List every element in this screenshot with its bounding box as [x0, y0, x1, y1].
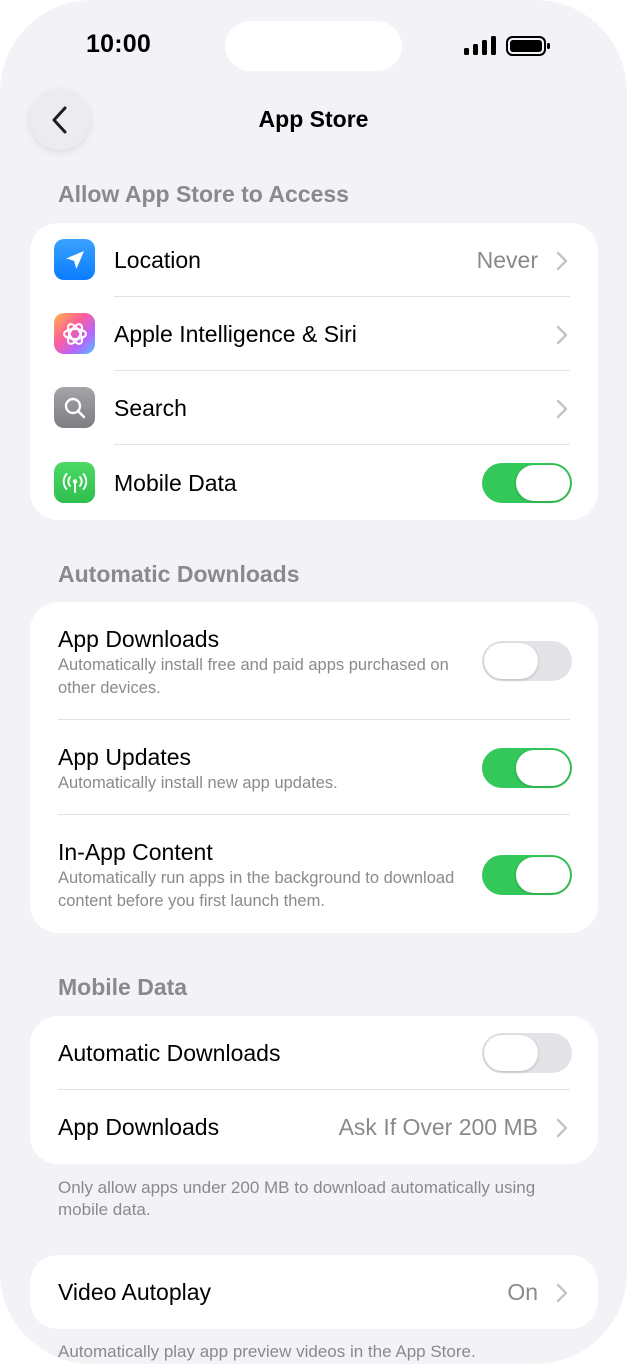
row-mobile-data: Mobile Data [30, 445, 598, 520]
antenna-icon [54, 462, 95, 503]
row-title: App Downloads [58, 626, 220, 652]
chevron-right-icon [556, 399, 568, 419]
mobile-data-toggle[interactable] [482, 463, 572, 503]
in-app-content-toggle[interactable] [482, 855, 572, 895]
toggle-knob [484, 643, 538, 679]
toggle-knob [516, 465, 570, 501]
dynamic-island [225, 21, 402, 71]
row-in-app-content: In-App Content Automatically run apps in… [30, 815, 598, 933]
video-footer: Automatically play app preview videos in… [58, 1342, 476, 1361]
row-app-downloads: App Downloads Automatically install free… [30, 602, 598, 720]
row-label: Apple Intelligence & Siri [114, 321, 357, 347]
toggle-knob [516, 857, 570, 893]
chevron-right-icon [556, 1118, 568, 1138]
battery-icon [506, 36, 550, 56]
row-title: In-App Content [58, 839, 213, 865]
toggle-knob [516, 750, 570, 786]
row-label: Mobile Data [114, 470, 237, 496]
row-location[interactable]: Location Never [30, 223, 598, 297]
chevron-right-icon [556, 1283, 568, 1303]
row-title: App Updates [58, 744, 191, 770]
app-updates-toggle[interactable] [482, 748, 572, 788]
app-downloads-toggle[interactable] [482, 641, 572, 681]
page-title: App Store [258, 106, 369, 132]
row-value: On [507, 1279, 538, 1305]
row-search[interactable]: Search [30, 371, 598, 445]
section-header-access: Allow App Store to Access [58, 181, 349, 207]
row-automatic-downloads: Automatic Downloads [30, 1016, 598, 1090]
location-arrow-icon [54, 239, 95, 280]
toggle-knob [484, 1035, 538, 1071]
row-apple-intelligence[interactable]: Apple Intelligence & Siri [30, 297, 598, 371]
row-label: App Downloads [58, 1114, 220, 1140]
row-app-downloads-size[interactable]: App Downloads Ask If Over 200 MB [30, 1090, 598, 1164]
row-label: Video Autoplay [58, 1279, 212, 1305]
row-description: Automatically install free and paid apps… [58, 656, 449, 697]
chevron-right-icon [556, 325, 568, 345]
status-time: 10:00 [86, 30, 151, 58]
automatic-downloads-toggle[interactable] [482, 1033, 572, 1073]
access-group: Location Never Apple Intelligence & Siri [30, 223, 598, 520]
row-label: Location [114, 247, 201, 273]
row-label: Automatic Downloads [58, 1040, 281, 1066]
section-header-auto-downloads: Automatic Downloads [58, 561, 300, 587]
row-app-updates: App Updates Automatically install new ap… [30, 720, 598, 815]
row-description: Automatically run apps in the background… [58, 869, 455, 910]
cellular-signal-icon [464, 36, 496, 55]
row-description: Automatically install new app updates. [58, 774, 338, 792]
chevron-right-icon [556, 251, 568, 271]
row-value: Ask If Over 200 MB [338, 1114, 538, 1140]
apple-intelligence-icon [54, 313, 95, 354]
row-video-autoplay[interactable]: Video Autoplay On [30, 1255, 598, 1329]
search-icon [54, 387, 95, 428]
mobile-data-footer: Only allow apps under 200 MB to download… [58, 1178, 536, 1219]
row-label: Search [114, 395, 187, 421]
phone-screen: 10:00 App Store Allow App Store to Acces… [0, 0, 627, 1364]
video-group: Video Autoplay On [30, 1255, 598, 1329]
section-header-mobile-data: Mobile Data [58, 974, 188, 1000]
mobile-data-group: Automatic Downloads App Downloads Ask If… [30, 1016, 598, 1164]
auto-downloads-group: App Downloads Automatically install free… [30, 602, 598, 933]
row-value: Never [476, 247, 538, 273]
